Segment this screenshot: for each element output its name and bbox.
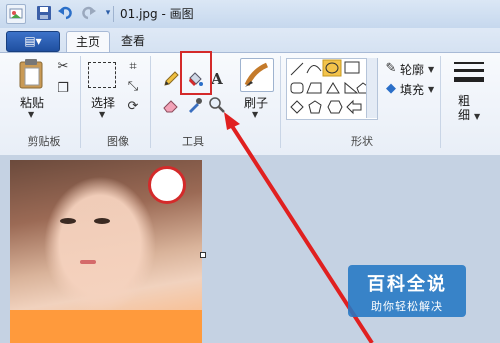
watermark-badge: 百科全说 助你轻松解决 (348, 265, 466, 317)
watermark-subtitle: 助你轻松解决 (371, 300, 443, 313)
watermark-title: 百科全说 (367, 274, 447, 295)
